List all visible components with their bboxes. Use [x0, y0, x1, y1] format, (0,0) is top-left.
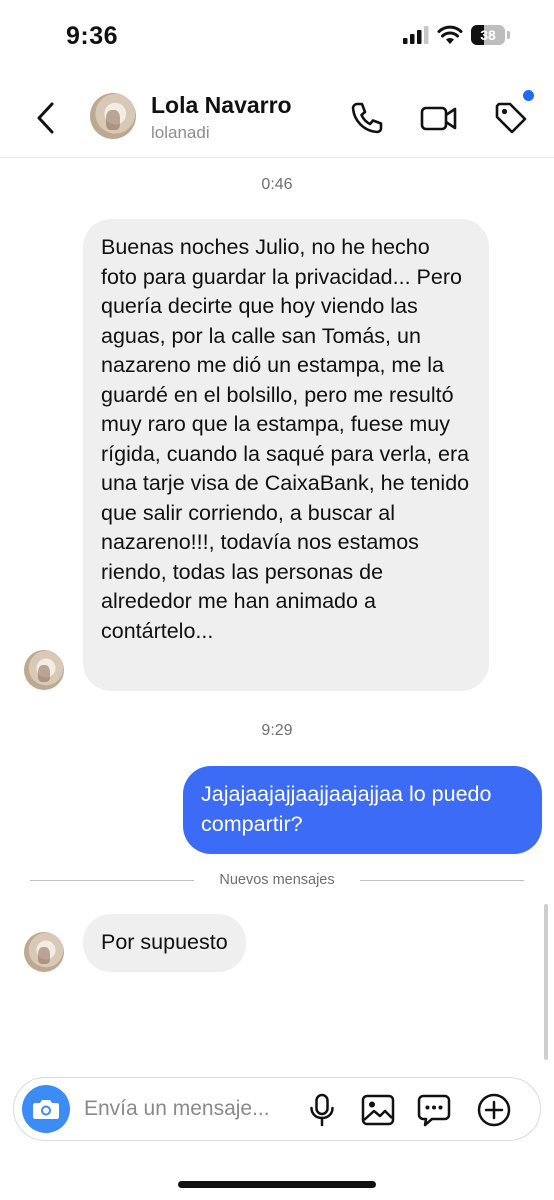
camera-button[interactable]	[22, 1085, 70, 1133]
sender-avatar[interactable]	[24, 650, 64, 690]
sender-avatar[interactable]	[24, 932, 64, 972]
phone-icon	[351, 102, 383, 134]
video-camera-icon	[420, 106, 457, 131]
battery-icon: 38	[471, 25, 505, 45]
microphone-icon	[310, 1093, 334, 1127]
video-call-button[interactable]	[419, 98, 459, 138]
contact-name[interactable]: Lola Navarro	[151, 92, 292, 119]
scrollbar[interactable]	[544, 904, 548, 1060]
status-time: 9:36	[66, 22, 119, 50]
contact-username[interactable]: lolanadi	[151, 123, 210, 143]
message-timestamp: 0:46	[261, 176, 293, 193]
incoming-message[interactable]: Buenas noches Julio, no he hecho foto pa…	[83, 219, 489, 691]
gallery-button[interactable]	[360, 1092, 396, 1128]
voice-button[interactable]	[304, 1092, 340, 1128]
sticker-button[interactable]	[416, 1092, 452, 1128]
message-input[interactable]	[84, 1090, 304, 1128]
call-button[interactable]	[346, 98, 386, 138]
status-icons: 38	[403, 25, 510, 45]
message-composer	[13, 1077, 541, 1141]
contact-avatar[interactable]	[90, 93, 136, 139]
signal-icon	[403, 26, 429, 44]
new-messages-divider: Nuevos mensajes	[30, 872, 524, 888]
outgoing-message[interactable]: Jajajaajajjaajjaajajjaa lo puedo compart…	[183, 766, 542, 854]
incoming-message[interactable]: Por supuesto	[83, 914, 246, 972]
message-timestamp: 9:29	[261, 722, 293, 739]
chevron-left-icon	[37, 102, 54, 134]
wifi-icon	[437, 25, 463, 44]
notification-dot	[523, 90, 534, 101]
tag-button[interactable]	[491, 98, 531, 138]
chat-header: Lola Navarro lolanadi	[0, 78, 554, 158]
status-bar: 9:36 38	[0, 0, 554, 78]
chat-bubble-icon	[417, 1094, 451, 1127]
home-indicator[interactable]	[178, 1181, 376, 1188]
tag-icon	[495, 102, 527, 134]
image-icon	[361, 1094, 395, 1126]
more-button[interactable]	[476, 1092, 512, 1128]
back-button[interactable]	[30, 98, 64, 138]
plus-circle-icon	[477, 1093, 511, 1127]
battery-level: 38	[480, 27, 496, 43]
camera-icon	[33, 1100, 59, 1119]
